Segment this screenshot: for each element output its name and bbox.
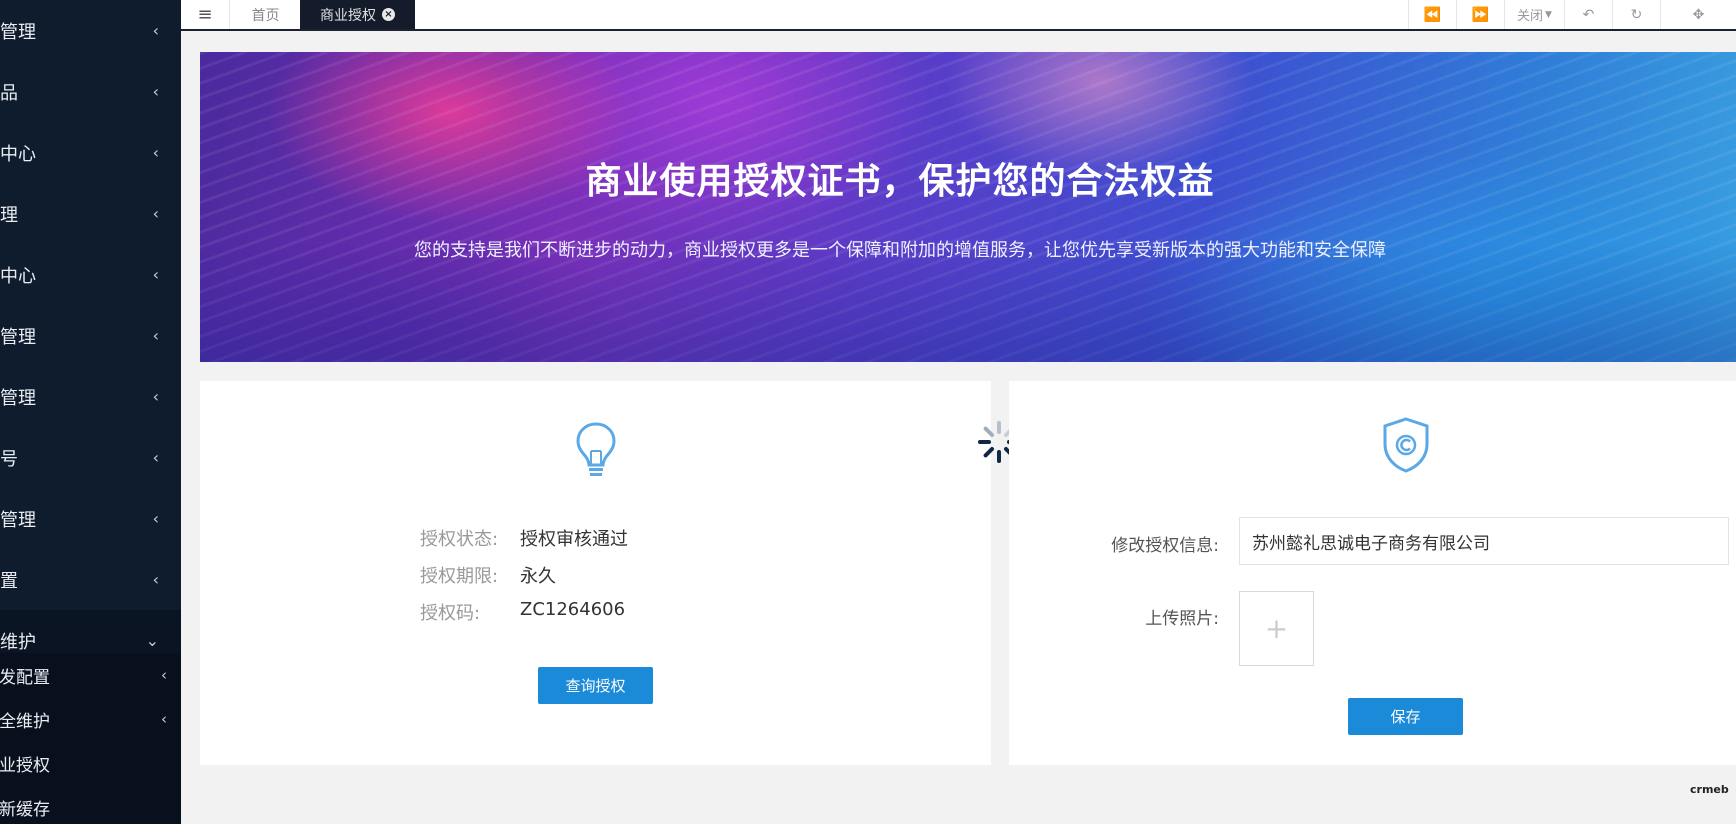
license-edit-card: 修改授权信息: 苏州懿礼思诚电子商务有限公司 上传照片: + 保存 — [1009, 381, 1736, 765]
sidebar-item-label: 众号 — [0, 448, 18, 470]
edit-info-label: 修改授权信息: — [1111, 536, 1219, 556]
chevron-left-icon: ‹ — [152, 21, 159, 40]
license-status-value: 授权审核通过 — [520, 529, 628, 550]
sidebar-subitem-dev-config[interactable]: 开发配置 ‹ — [0, 653, 181, 697]
chevron-left-icon: ‹ — [152, 265, 159, 284]
refresh-icon[interactable]: ↻ — [1612, 0, 1660, 29]
fullscreen-icon[interactable]: ✥ — [1660, 0, 1736, 29]
sidebar-item-2[interactable]: 商品 ‹ — [0, 61, 181, 122]
upload-photo-button[interactable]: + — [1239, 591, 1314, 666]
sidebar-subitem-cache[interactable]: 刷新缓存 — [0, 785, 181, 824]
sidebar-item-label: 容管理 — [0, 387, 36, 409]
lightbulb-icon — [576, 422, 616, 476]
license-info-card: 授权状态: 授权审核通过 授权期限: 永久 授权码: ZC1264606 查询授… — [200, 381, 991, 765]
sidebar-item-label: 设置 — [0, 570, 18, 592]
banner-title: 商业使用授权证书，保护您的合法权益 — [585, 161, 1215, 202]
license-banner: 商业使用授权证书，保护您的合法权益 您的支持是我们不断进步的动力，商业授权更多是… — [200, 52, 1736, 362]
license-code-row: 授权码: ZC1264606 — [420, 599, 625, 625]
license-period-value: 永久 — [520, 566, 556, 587]
license-period-row: 授权期限: 永久 — [420, 562, 556, 588]
sidebar: 收管理 ‹ 商品 ‹ 户中心 ‹ 管理 ‹ 销中心 ‹ 务管理 ‹ 容管理 ‹ … — [0, 0, 181, 824]
license-info-input[interactable]: 苏州懿礼思诚电子商务有限公司 — [1239, 517, 1729, 565]
chevron-left-icon: ‹ — [161, 666, 167, 684]
sidebar-item-label: 商品 — [0, 82, 18, 104]
scroll-right-icon[interactable]: ⏩ — [1456, 0, 1504, 29]
chevron-left-icon: ‹ — [152, 326, 159, 345]
sidebar-subitem-label: 安全维护 — [0, 711, 50, 732]
close-dropdown-label: 关闭 — [1517, 9, 1544, 24]
sidebar-item-label: 收管理 — [0, 21, 36, 43]
chevron-left-icon: ‹ — [152, 570, 159, 589]
chevron-left-icon: ‹ — [152, 509, 159, 528]
caret-down-icon: ▼ — [1545, 9, 1552, 20]
sidebar-item-6[interactable]: 务管理 ‹ — [0, 305, 181, 366]
chevron-left-icon: ‹ — [161, 710, 167, 728]
sidebar-item-10[interactable]: 设置 ‹ — [0, 549, 181, 610]
tab-bar: ≡ 首页 商业授权 × ⏪ ⏩ 关闭 ▼ ↶ ↻ ✥ — [181, 0, 1736, 31]
sidebar-subitem-security[interactable]: 安全维护 ‹ — [0, 697, 181, 741]
sidebar-item-8[interactable]: 众号 ‹ — [0, 427, 181, 488]
sidebar-item-4[interactable]: 管理 ‹ — [0, 183, 181, 244]
close-dropdown-button[interactable]: 关闭 ▼ — [1504, 0, 1564, 29]
sidebar-item-label: 务管理 — [0, 326, 36, 348]
scroll-left-icon[interactable]: ⏪ — [1408, 0, 1456, 29]
sidebar-item-9[interactable]: 件管理 ‹ — [0, 488, 181, 549]
back-icon[interactable]: ↶ — [1564, 0, 1612, 29]
chevron-left-icon: ‹ — [152, 143, 159, 162]
chevron-left-icon: ‹ — [152, 82, 159, 101]
sidebar-subitem-label: 商业授权 — [0, 755, 50, 776]
sidebar-subitem-label: 开发配置 — [0, 667, 50, 688]
sidebar-item-label: 销中心 — [0, 265, 36, 287]
query-license-button[interactable]: 查询授权 — [538, 667, 653, 704]
crmeb-logo: crmeb — [1690, 783, 1729, 796]
sidebar-item-5[interactable]: 销中心 ‹ — [0, 244, 181, 305]
sidebar-item-1[interactable]: 收管理 ‹ — [0, 0, 181, 61]
tab-license[interactable]: 商业授权 × — [300, 0, 415, 29]
tab-label: 商业授权 — [320, 7, 376, 24]
plus-icon: + — [1264, 612, 1289, 645]
license-status-row: 授权状态: 授权审核通过 — [420, 525, 628, 551]
upload-photo-label: 上传照片: — [1145, 609, 1219, 629]
license-status-label: 授权状态: — [420, 529, 499, 550]
close-icon[interactable]: × — [382, 8, 395, 21]
sidebar-item-label: 件管理 — [0, 509, 36, 531]
sidebar-item-3[interactable]: 户中心 ‹ — [0, 122, 181, 183]
sidebar-item-7[interactable]: 容管理 ‹ — [0, 366, 181, 427]
license-code-value: ZC1264606 — [520, 599, 626, 620]
chevron-left-icon: ‹ — [152, 448, 159, 467]
sidebar-item-label: 管理 — [0, 204, 18, 226]
sidebar-item-label: 统维护 — [0, 631, 36, 653]
menu-toggle-icon[interactable]: ≡ — [181, 0, 230, 29]
license-code-label: 授权码: — [420, 603, 481, 624]
sidebar-subitem-label: 刷新缓存 — [0, 799, 50, 820]
sidebar-item-label: 户中心 — [0, 143, 36, 165]
license-period-label: 授权期限: — [420, 566, 499, 587]
chevron-down-icon: ⌄ — [145, 631, 159, 650]
sidebar-subitem-license[interactable]: 商业授权 — [0, 741, 181, 785]
sidebar-submenu: 开发配置 ‹ 安全维护 ‹ 商业授权 刷新缓存 — [0, 653, 181, 824]
banner-subtitle: 您的支持是我们不断进步的动力，商业授权更多是一个保障和附加的增值服务，让您优先享… — [414, 240, 1386, 261]
copyright-shield-icon — [1383, 417, 1429, 473]
chevron-left-icon: ‹ — [152, 387, 159, 406]
chevron-left-icon: ‹ — [152, 204, 159, 223]
tab-home[interactable]: 首页 — [231, 0, 301, 29]
save-button[interactable]: 保存 — [1348, 698, 1463, 735]
